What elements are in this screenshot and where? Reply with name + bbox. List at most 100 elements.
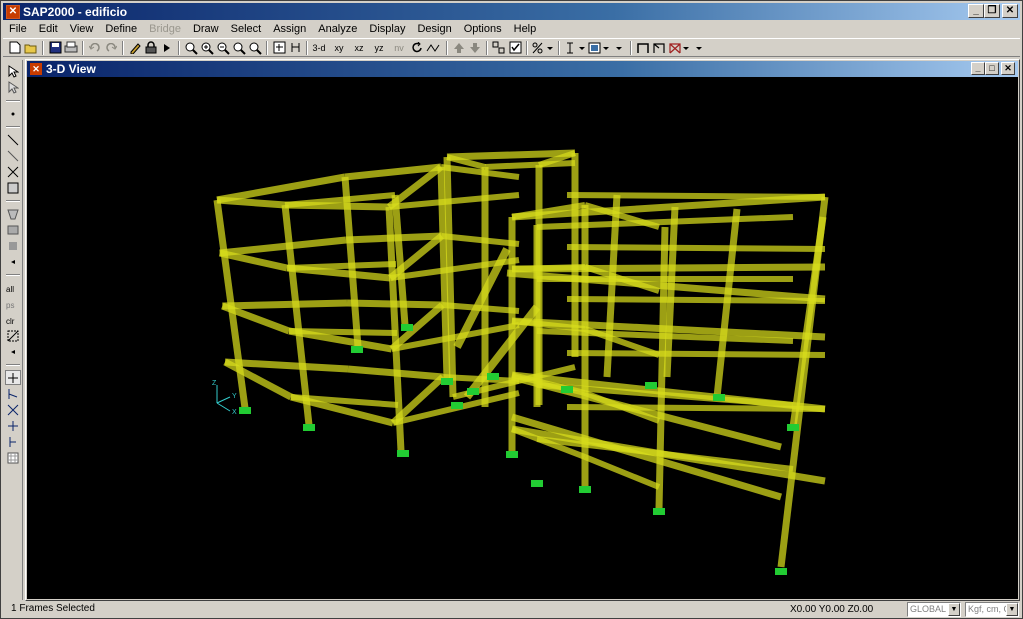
- support-marker[interactable]: [467, 388, 479, 395]
- reshape-pointer-icon[interactable]: [5, 80, 21, 95]
- view-xz-button[interactable]: xz: [351, 40, 367, 56]
- 3d-view-title-bar[interactable]: ✕ 3-D View _ □ ✕: [27, 61, 1018, 77]
- support-marker[interactable]: [713, 394, 725, 401]
- more-dropdown-icon[interactable]: [611, 40, 627, 56]
- menu-design[interactable]: Design: [411, 22, 457, 37]
- snap-lines-icon[interactable]: [5, 434, 21, 449]
- draw-poly-area-icon[interactable]: [5, 206, 21, 221]
- app-logo-icon[interactable]: ✕: [6, 4, 20, 19]
- lock-icon[interactable]: [143, 40, 159, 56]
- beam[interactable]: [347, 365, 444, 381]
- menu-assign[interactable]: Assign: [267, 22, 312, 37]
- chevron-down-icon[interactable]: ▼: [948, 603, 960, 616]
- previous-selection-icon[interactable]: ps: [5, 296, 21, 311]
- run-icon[interactable]: [159, 40, 175, 56]
- structural-model[interactable]: Z Y X: [27, 77, 1018, 599]
- menu-view[interactable]: View: [64, 22, 100, 37]
- menu-define[interactable]: Define: [99, 22, 143, 37]
- beam[interactable]: [286, 261, 397, 271]
- support-marker[interactable]: [645, 382, 657, 389]
- menu-options[interactable]: Options: [458, 22, 508, 37]
- view-minimize-button[interactable]: _: [971, 62, 985, 75]
- support-marker[interactable]: [441, 378, 453, 385]
- zoom-previous-icon[interactable]: [231, 40, 247, 56]
- display-dropdown-icon[interactable]: [587, 40, 611, 56]
- support-marker[interactable]: [506, 451, 518, 458]
- view-close-button[interactable]: ✕: [1001, 62, 1015, 75]
- coord-system-select[interactable]: GLOBAL ▼: [907, 602, 961, 617]
- beam[interactable]: [222, 299, 348, 310]
- support-marker[interactable]: [239, 407, 251, 414]
- menu-select[interactable]: Select: [225, 22, 268, 37]
- beam[interactable]: [216, 173, 346, 204]
- support-marker[interactable]: [487, 373, 499, 380]
- support-marker[interactable]: [397, 450, 409, 457]
- save-icon[interactable]: [47, 40, 63, 56]
- beam[interactable]: [583, 454, 661, 490]
- intersecting-line-icon[interactable]: [5, 328, 21, 343]
- draw-line-icon[interactable]: [5, 132, 21, 147]
- menu-analyze[interactable]: Analyze: [312, 22, 363, 37]
- column[interactable]: [341, 176, 362, 348]
- support-marker[interactable]: [303, 424, 315, 431]
- support-marker[interactable]: [531, 480, 543, 487]
- units-select[interactable]: Kgf, cm, C ▼: [965, 602, 1019, 617]
- overflow-dropdown-icon[interactable]: [691, 40, 707, 56]
- draw-brace-icon[interactable]: [5, 164, 21, 179]
- beam[interactable]: [566, 244, 826, 252]
- view-app-icon[interactable]: ✕: [30, 63, 42, 75]
- pencil-icon[interactable]: [127, 40, 143, 56]
- view-xy-button[interactable]: xy: [331, 40, 347, 56]
- pan-icon[interactable]: [271, 40, 287, 56]
- view-yz-button[interactable]: yz: [371, 40, 387, 56]
- zoom-extents-icon[interactable]: [247, 40, 263, 56]
- quick-area-icon[interactable]: [5, 238, 21, 253]
- draw-area-icon[interactable]: [5, 180, 21, 195]
- draw-point-icon[interactable]: [5, 106, 21, 121]
- beam[interactable]: [219, 236, 347, 257]
- snap-points-icon[interactable]: [4, 370, 21, 385]
- support-markers[interactable]: [239, 324, 799, 575]
- zoom-out-icon[interactable]: [215, 40, 231, 56]
- support-marker[interactable]: [351, 346, 363, 353]
- menu-draw[interactable]: Draw: [187, 22, 225, 37]
- undo-icon[interactable]: [87, 40, 103, 56]
- support-marker[interactable]: [451, 402, 463, 409]
- snap-ends-icon[interactable]: [5, 386, 21, 401]
- title-bar[interactable]: ✕ SAP2000 - edificio _ ❐ ✕: [3, 3, 1020, 20]
- beam[interactable]: [388, 192, 520, 210]
- select-pointer-icon[interactable]: [5, 64, 21, 79]
- support-marker[interactable]: [561, 386, 573, 393]
- refresh-icon[interactable]: [287, 40, 303, 56]
- support-marker[interactable]: [653, 508, 665, 515]
- percent-dropdown-icon[interactable]: [531, 40, 555, 56]
- checkbox-icon[interactable]: [507, 40, 523, 56]
- view-maximize-button[interactable]: □: [985, 62, 999, 75]
- snap-intersections-icon[interactable]: [5, 402, 21, 417]
- beam[interactable]: [346, 299, 443, 309]
- restore-button[interactable]: ❐: [984, 4, 1000, 18]
- down-arrow-icon[interactable]: [467, 40, 483, 56]
- minimize-button[interactable]: _: [968, 4, 984, 18]
- draw-frame-icon[interactable]: [635, 40, 651, 56]
- menu-edit[interactable]: Edit: [33, 22, 64, 37]
- zoom-window-icon[interactable]: [183, 40, 199, 56]
- clear-selection-icon[interactable]: clr: [5, 312, 21, 327]
- quick-draw-line-icon[interactable]: [5, 148, 21, 163]
- beam[interactable]: [484, 160, 576, 170]
- expand-arrow-icon-2[interactable]: [5, 344, 21, 359]
- draw-bracing-icon[interactable]: [667, 40, 691, 56]
- draw-rect-area-icon[interactable]: [5, 222, 21, 237]
- beam[interactable]: [566, 350, 826, 358]
- show-selection-icon[interactable]: [491, 40, 507, 56]
- draw-truss-icon[interactable]: [651, 40, 667, 56]
- menu-help[interactable]: Help: [508, 22, 543, 37]
- support-marker[interactable]: [401, 324, 413, 331]
- menu-file[interactable]: File: [3, 22, 33, 37]
- up-arrow-icon[interactable]: [451, 40, 467, 56]
- beam[interactable]: [441, 233, 520, 247]
- snap-perpendicular-icon[interactable]: [5, 418, 21, 433]
- view-nv-button[interactable]: nv: [391, 40, 407, 56]
- chevron-down-icon[interactable]: ▼: [1006, 603, 1018, 616]
- view-3d-button[interactable]: 3-d: [311, 40, 327, 56]
